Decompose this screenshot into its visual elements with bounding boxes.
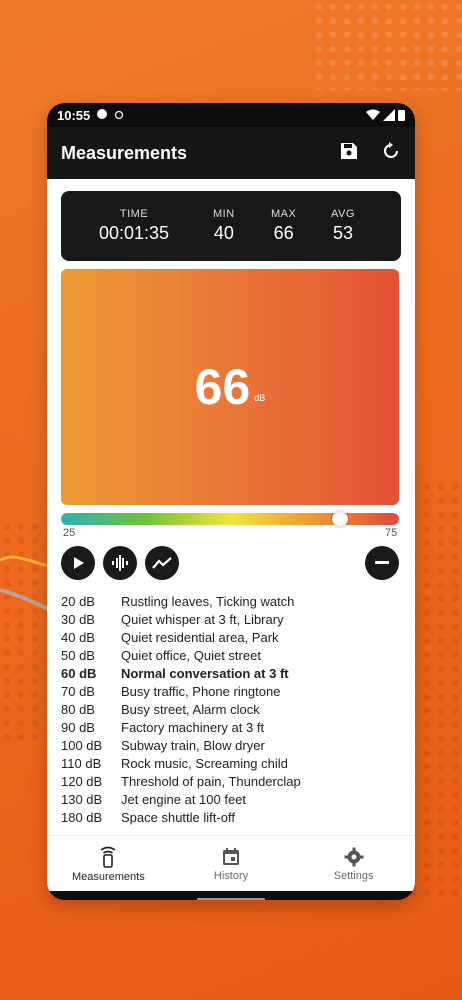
list-item: 120 dB Threshold of pain, Thunderclap <box>61 772 401 790</box>
reference-db: 110 dB <box>61 755 102 771</box>
stats-panel: TIME 00:01:35 MIN 40 MAX 66 AVG 53 <box>61 191 401 261</box>
reference-description: Rock music, Screaming child <box>121 755 288 771</box>
stat-value: 00:01:35 <box>99 223 170 243</box>
list-item: 20 dB Rustling leaves, Ticking watch <box>61 592 401 610</box>
minus-icon <box>375 561 389 564</box>
nav-label: Settings <box>333 869 374 882</box>
reference-description: Jet engine at 100 feet <box>121 791 247 807</box>
reference-list: 20 dB Rustling leaves, Ticking watch 30 dB… <box>61 592 401 826</box>
reference-db: 80 dB <box>61 701 95 717</box>
list-item: 130 dB Jet engine at 100 feet <box>61 790 401 808</box>
reference-db: 120 dB <box>61 773 103 789</box>
list-item: 60 dB Normal conversation at 3 ft <box>61 664 401 682</box>
waveform-icon <box>112 555 128 571</box>
stat-value: 53 <box>332 223 353 243</box>
save-icon[interactable] <box>339 141 359 166</box>
signal-icon <box>383 109 395 121</box>
reference-description: Quiet whisper at 3 ft, Library <box>121 611 284 627</box>
content-area: TIME 00:01:35 MIN 40 MAX 66 AVG 53 66 dB… <box>47 179 415 900</box>
app-bar: Measurements <box>47 127 415 179</box>
chat-icon <box>96 108 108 123</box>
nav-measurements[interactable]: Measurements <box>47 836 170 892</box>
status-bar: 10:55 <box>47 103 415 127</box>
nav-label: Measurements <box>71 870 145 883</box>
reference-db: 130 dB <box>61 791 103 807</box>
reference-description: Quiet residential area, Park <box>121 629 279 645</box>
level-indicator <box>332 511 349 527</box>
stat-value: 40 <box>213 223 234 243</box>
stat-label: MAX <box>271 208 297 220</box>
db-unit: dB <box>254 393 266 403</box>
stat-max: MAX 66 <box>271 208 296 244</box>
list-item: 30 dB Quiet whisper at 3 ft, Library <box>61 610 401 628</box>
scale-max-label: 75 <box>385 527 398 539</box>
stat-min: MIN 40 <box>213 208 235 244</box>
reference-db: 90 dB <box>61 719 95 735</box>
list-item: 100 dB Subway train, Blow dryer <box>61 736 401 754</box>
minus-button[interactable] <box>365 546 399 580</box>
reference-db: 20 dB <box>61 593 95 609</box>
stat-value: 66 <box>273 223 294 243</box>
stat-label: TIME <box>119 208 149 220</box>
gear-icon <box>344 847 364 866</box>
scale-min-label: 25 <box>63 527 76 539</box>
reference-description: Factory machinery at 3 ft <box>121 719 265 735</box>
db-value: 66 <box>194 359 251 415</box>
battery-icon <box>398 110 405 121</box>
nav-settings[interactable]: Settings <box>292 836 415 892</box>
stat-avg: AVG 53 <box>331 208 355 244</box>
reference-db: 70 dB <box>61 683 95 699</box>
page-title: Measurements <box>61 142 188 163</box>
nav-history[interactable]: History <box>170 836 293 892</box>
reference-db: 40 dB <box>61 629 95 645</box>
play-button[interactable] <box>61 546 95 580</box>
calendar-icon <box>223 847 239 865</box>
reference-description: Rustling leaves, Ticking watch <box>121 593 295 609</box>
reference-description: Busy street, Alarm clock <box>121 701 260 717</box>
reference-description: Busy traffic, Phone ringtone <box>121 683 281 699</box>
reference-db: 180 dB <box>61 809 103 825</box>
reference-description: Subway train, Blow dryer <box>121 737 265 753</box>
reference-db: 100 dB <box>61 737 103 753</box>
phone-frame: 10:55 Measurements TIME 00:01:35 MIN 40 … <box>47 103 415 900</box>
status-time: 10:55 <box>57 107 91 123</box>
refresh-icon[interactable] <box>381 141 401 166</box>
stat-label: MIN <box>213 208 235 220</box>
gesture-bar <box>47 891 415 900</box>
home-indicator <box>197 898 265 900</box>
list-item: 90 dB Factory machinery at 3 ft <box>61 718 401 736</box>
reference-description: Normal conversation at 3 ft <box>121 665 289 681</box>
list-item: 80 dB Busy street, Alarm clock <box>61 700 401 718</box>
level-scale <box>61 511 399 527</box>
list-item: 70 dB Busy traffic, Phone ringtone <box>61 682 401 700</box>
reference-db: 50 dB <box>61 647 95 663</box>
control-row <box>61 546 399 580</box>
list-item: 50 dB Quiet office, Quiet street <box>61 646 401 664</box>
trend-icon <box>152 557 172 569</box>
stat-label: AVG <box>331 208 355 220</box>
location-icon <box>114 108 124 123</box>
reference-db: 30 dB <box>61 611 95 627</box>
waveform-button[interactable] <box>103 546 137 580</box>
sound-meter-icon <box>100 846 116 868</box>
list-item: 40 dB Quiet residential area, Park <box>61 628 401 646</box>
list-item: 110 dB Rock music, Screaming child <box>61 754 401 772</box>
trend-button[interactable] <box>145 546 179 580</box>
reference-description: Quiet office, Quiet street <box>121 647 261 663</box>
reference-description: Threshold of pain, Thunderclap <box>121 773 301 789</box>
wifi-icon <box>366 109 380 120</box>
nav-label: History <box>213 869 249 882</box>
background-dots-top <box>312 0 462 90</box>
db-meter: 66 dB <box>61 269 399 505</box>
play-icon <box>74 557 84 569</box>
reference-db: 60 dB <box>61 665 97 681</box>
bottom-nav: Measurements History Settings <box>47 835 415 892</box>
stat-time: TIME 00:01:35 <box>99 208 169 244</box>
status-icons <box>366 109 405 121</box>
list-item: 180 dB Space shuttle lift-off <box>61 808 401 826</box>
reference-description: Space shuttle lift-off <box>121 809 235 825</box>
